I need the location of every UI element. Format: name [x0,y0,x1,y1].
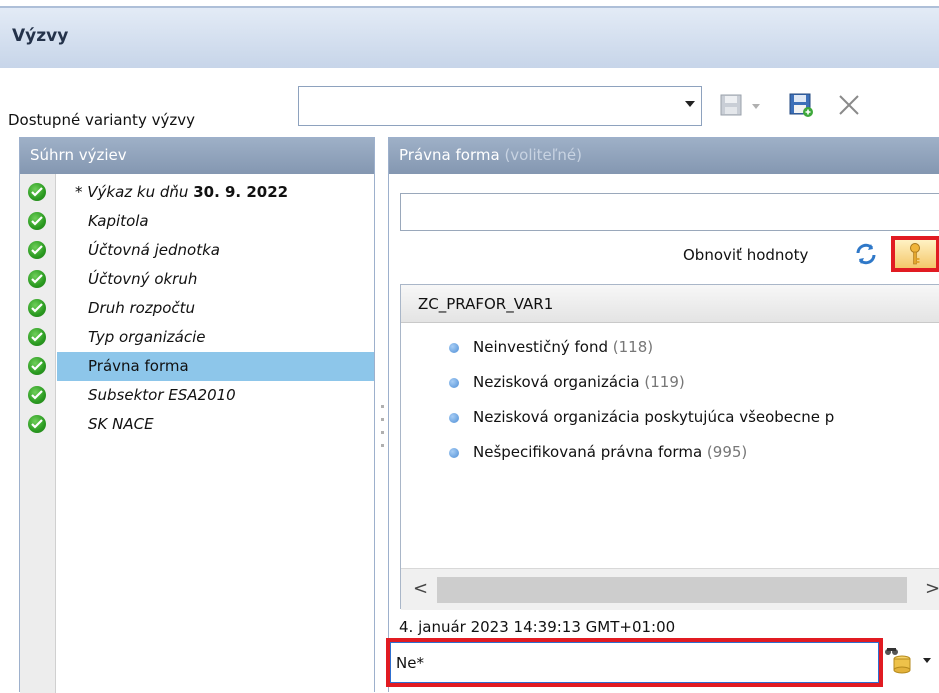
refresh-icon[interactable] [854,242,878,266]
list-item-count: (995) [706,443,748,461]
check-icon [28,386,46,404]
summary-panel: Súhrn výziev * Výkaz ku dňu 30. 9. 2022 … [19,137,375,693]
splitter-handle[interactable] [381,418,384,421]
splitter-handle[interactable] [381,431,384,434]
tree-item-label: Právna forma [88,357,189,375]
chevron-down-icon[interactable] [685,101,695,107]
values-list-header: ZC_PRAFOR_VAR1 [401,285,939,323]
tree-item-label: Účtovný okruh [88,270,198,288]
window-title: Výzvy [12,26,69,46]
tree-item-label: Kapitola [88,212,149,230]
check-icon [28,241,46,259]
scroll-right-icon[interactable]: > [925,578,939,599]
tree-item-root[interactable]: * Výkaz ku dňu 30. 9. 2022 [20,178,374,207]
root-prefix: * Výkaz ku dňu [75,183,194,201]
summary-header: Súhrn výziev [20,138,374,174]
tree-item-sk-nace[interactable]: SK NACE [20,410,374,439]
splitter-handle[interactable] [381,444,384,447]
summary-title: Súhrn výziev [30,146,127,164]
values-list: ZC_PRAFOR_VAR1 Neinvestičný fond (118) N… [400,284,939,610]
window-title-bar: Výzvy [0,6,939,68]
tree-item-kapitola[interactable]: Kapitola [20,207,374,236]
check-icon [28,212,46,230]
scrollbar-thumb[interactable] [437,577,907,603]
check-icon [28,183,46,201]
tree-item-typ-organizacie[interactable]: Typ organizácie [20,323,374,352]
check-icon [28,299,46,317]
list-item-count: (118) [612,338,654,356]
key-icon[interactable] [895,240,936,268]
search-input-value: Ne* [396,654,424,672]
tree-item-label: SK NACE [88,415,154,433]
splitter-handle[interactable] [381,405,384,408]
tree-item-label: Typ organizácie [88,328,206,346]
values-list-title: ZC_PRAFOR_VAR1 [418,295,554,313]
horizontal-scrollbar[interactable]: < > [401,568,939,610]
tree-item-druh-rozpoctu[interactable]: Druh rozpočtu [20,294,374,323]
tree-item-label: Účtovná jednotka [88,241,220,259]
search-input-highlight[interactable]: Ne* [386,638,883,687]
save-icon[interactable] [718,92,744,118]
bullet-icon [449,343,459,353]
search-input[interactable]: Ne* [390,642,879,683]
tree-item-uctovna-jednotka[interactable]: Účtovná jednotka [20,236,374,265]
scroll-left-icon[interactable]: < [413,578,428,599]
timestamp: 4. január 2023 14:39:13 GMT+01:00 [399,618,676,636]
list-item-count: (119) [644,373,685,391]
list-item-text: Nezisková organizácia [473,373,640,391]
tree-item-subsektor[interactable]: Subsektor ESA2010 [20,381,374,410]
root-date: 30. 9. 2022 [193,183,289,201]
binoculars-database-icon[interactable] [883,646,913,674]
list-item-text: Neinvestičný fond [473,338,608,356]
close-icon[interactable] [836,92,862,118]
refresh-values-label[interactable]: Obnoviť hodnoty [683,246,808,264]
list-item-text: Nezisková organizácia poskytujúca všeobe… [473,408,835,426]
filter-input[interactable] [400,193,939,231]
check-icon [28,357,46,375]
variants-label: Dostupné varianty výzvy [8,111,195,129]
chevron-down-icon[interactable] [923,658,931,663]
check-icon [28,415,46,433]
bullet-icon [449,378,459,388]
save-as-icon[interactable] [788,92,814,118]
optional-label: (voliteľné) [504,146,583,164]
bullet-icon [449,448,459,458]
detail-panel: Právna forma (voliteľné) Obnoviť hodnoty… [386,137,939,692]
tree-item-label: Subsektor ESA2010 [88,386,236,404]
variant-select[interactable] [298,86,702,126]
tree-item-uctovny-okruh[interactable]: Účtovný okruh [20,265,374,294]
check-icon [28,328,46,346]
tree-item-pravna-forma[interactable]: Právna forma [20,352,374,381]
save-dropdown-chevron-icon[interactable] [752,104,760,109]
key-button[interactable] [891,236,939,272]
detail-header: Právna forma (voliteľné) [389,138,939,174]
check-icon [28,270,46,288]
detail-title: Právna forma [399,146,500,164]
list-item-text: Nešpecifikovaná právna forma [473,443,703,461]
tree-item-label: Druh rozpočtu [88,299,196,317]
bullet-icon [449,413,459,423]
